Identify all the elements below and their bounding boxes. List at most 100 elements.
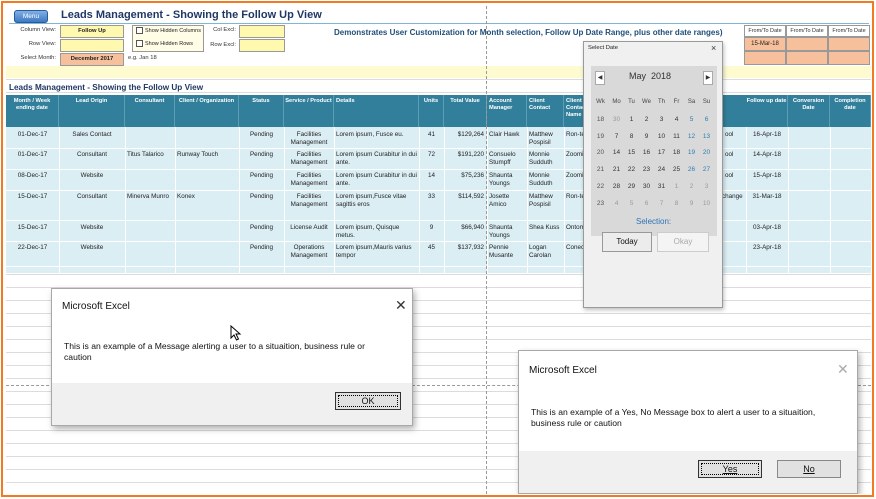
calendar-day[interactable]: 6 <box>639 198 654 210</box>
from-to-date-2[interactable] <box>786 37 828 51</box>
cell-account-manager[interactable]: Pennie Musante <box>489 244 527 260</box>
calendar-day[interactable]: 3 <box>699 181 714 193</box>
calendar-day[interactable]: 17 <box>654 147 669 159</box>
cell-client[interactable]: Runway Touch <box>177 151 239 159</box>
calendar-day[interactable]: 30 <box>609 114 624 126</box>
column-view-field[interactable]: Follow Up <box>60 25 124 38</box>
calendar-day[interactable]: 10 <box>654 131 669 143</box>
cell-follow-up[interactable]: 15-Apr-18 <box>746 172 788 180</box>
cell-follow-up[interactable]: 03-Apr-18 <box>746 224 788 232</box>
prev-month-button[interactable]: ◀ <box>595 71 605 85</box>
cell-value[interactable]: $129,264 <box>444 131 484 139</box>
col-header-value[interactable]: Total Value <box>444 95 487 127</box>
calendar-day[interactable]: 7 <box>654 198 669 210</box>
calendar-day[interactable]: 14 <box>609 147 624 159</box>
cell-origin[interactable]: Consultant <box>59 151 125 159</box>
calendar-day[interactable]: 5 <box>684 114 699 126</box>
from-to-date-1[interactable]: 15-Mar-18 <box>744 37 786 51</box>
cell-date[interactable]: 01-Dec-17 <box>6 151 59 159</box>
calendar-day[interactable]: 10 <box>699 198 714 210</box>
cell-service[interactable]: Operations Management <box>284 244 334 260</box>
col-header-details[interactable]: Details <box>334 95 419 127</box>
yes-button[interactable]: Yes <box>698 460 762 478</box>
cell-client-contact[interactable]: Monnie Sudduth <box>529 151 564 167</box>
cell-service[interactable]: Facilities Management <box>284 131 334 147</box>
calendar-day[interactable]: 24 <box>654 164 669 176</box>
cell-follow-up[interactable]: 23-Apr-18 <box>746 244 788 252</box>
calendar-day[interactable]: 25 <box>669 164 684 176</box>
cell-service[interactable]: Facilities Management <box>284 151 334 167</box>
cell-status[interactable]: Pending <box>239 151 284 159</box>
calendar-day[interactable]: 5 <box>624 198 639 210</box>
calendar-day[interactable]: 22 <box>624 164 639 176</box>
no-button[interactable]: No <box>777 460 841 478</box>
cell-service[interactable]: License Audit <box>284 224 334 232</box>
calendar-day[interactable]: 19 <box>684 147 699 159</box>
col-header-units[interactable]: Units <box>419 95 444 127</box>
cell-origin[interactable]: Website <box>59 224 125 232</box>
cell-service[interactable]: Facilities Management <box>284 193 334 209</box>
calendar-day[interactable]: 18 <box>669 147 684 159</box>
cell-details[interactable]: Lorem ipsum Curabitur in dui ante. <box>336 151 418 167</box>
calendar-day[interactable]: 4 <box>609 198 624 210</box>
calendar-day[interactable]: 28 <box>609 181 624 193</box>
cell-follow-up[interactable]: 14-Apr-18 <box>746 151 788 159</box>
calendar-day[interactable]: 21 <box>609 164 624 176</box>
col-header-origin[interactable]: Lead Origin <box>59 95 125 127</box>
cell-date[interactable]: 15-Dec-17 <box>6 224 59 232</box>
col-header-completion[interactable]: Completion date <box>830 95 871 127</box>
col-header-client[interactable]: Client / Organization <box>175 95 239 127</box>
col-excl-field[interactable] <box>239 25 285 38</box>
cell-date[interactable]: 01-Dec-17 <box>6 131 59 139</box>
cell-details[interactable]: Lorem ipsum, Quisque metus. <box>336 224 418 240</box>
calendar-day[interactable]: 8 <box>669 198 684 210</box>
date-picker-close-icon[interactable]: × <box>711 43 716 53</box>
menu-button[interactable]: Menu <box>14 10 48 23</box>
calendar-day[interactable]: 12 <box>684 131 699 143</box>
cell-details[interactable]: Lorem ipsum,Fusce vitae sagittis eros <box>336 193 418 209</box>
cell-account-manager[interactable]: Clair Hawk <box>489 131 527 139</box>
close-icon[interactable]: ✕ <box>395 297 407 314</box>
cell-hidden-tail[interactable]: ool <box>725 131 746 139</box>
calendar-day[interactable]: 3 <box>654 114 669 126</box>
okay-button[interactable]: Okay <box>657 232 709 252</box>
cell-status[interactable]: Pending <box>239 224 284 232</box>
show-hidden-columns-checkbox[interactable]: Show Hidden Columns <box>136 27 201 34</box>
cell-details[interactable]: Lorem ipsum, Fusce eu. <box>336 131 418 139</box>
cell-value[interactable]: $66,940 <box>444 224 484 232</box>
cell-client[interactable]: Konex <box>177 193 239 201</box>
cell-client-contact[interactable]: Matthew Pospisil <box>529 131 564 147</box>
cell-origin[interactable]: Website <box>59 172 125 180</box>
calendar-day[interactable]: 4 <box>669 114 684 126</box>
cell-units[interactable]: 14 <box>419 172 444 180</box>
col-header-follow-up[interactable]: Follow up date <box>746 95 788 127</box>
cell-account-manager[interactable]: Shaunta Youngs <box>489 172 527 188</box>
cell-client-contact[interactable]: Logan Carolan <box>529 244 564 260</box>
cell-client-contact[interactable]: Monnie Sudduth <box>529 172 564 188</box>
calendar-day[interactable]: 11 <box>669 131 684 143</box>
from-to-date-5[interactable] <box>786 51 828 65</box>
cell-units[interactable]: 72 <box>419 151 444 159</box>
cell-date[interactable]: 08-Dec-17 <box>6 172 59 180</box>
calendar-day[interactable]: 31 <box>654 181 669 193</box>
cell-status[interactable]: Pending <box>239 172 284 180</box>
col-header-date[interactable]: Month / Week ending date <box>6 95 59 127</box>
cell-origin[interactable]: Consultant <box>59 193 125 201</box>
calendar-day[interactable]: 9 <box>684 198 699 210</box>
calendar-day[interactable]: 29 <box>624 181 639 193</box>
cell-status[interactable]: Pending <box>239 131 284 139</box>
calendar-day[interactable]: 7 <box>609 131 624 143</box>
col-header-service[interactable]: Service / Product <box>284 95 334 127</box>
col-header-account-manager[interactable]: Account Manager <box>487 95 527 127</box>
calendar-day[interactable]: 27 <box>699 164 714 176</box>
calendar-day[interactable]: 2 <box>684 181 699 193</box>
cell-status[interactable]: Pending <box>239 244 284 252</box>
cell-hidden-tail[interactable]: change <box>722 193 746 201</box>
calendar-day[interactable]: 16 <box>639 147 654 159</box>
cell-value[interactable]: $75,236 <box>444 172 484 180</box>
cell-units[interactable]: 9 <box>419 224 444 232</box>
cell-hidden-tail[interactable]: ool <box>725 151 746 159</box>
select-month-field[interactable]: December 2017 <box>60 53 124 66</box>
from-to-date-4[interactable] <box>744 51 786 65</box>
cell-date[interactable]: 22-Dec-17 <box>6 244 59 252</box>
